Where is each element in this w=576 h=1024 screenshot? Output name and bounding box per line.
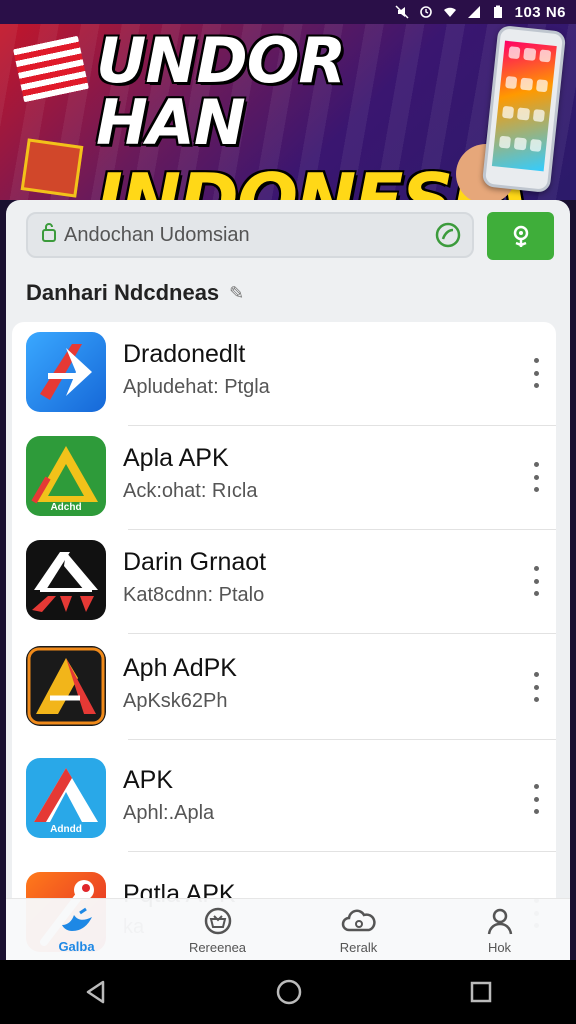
- orange-a-app-icon: [26, 646, 106, 726]
- app-subtitle: Ack:ohat: Rıcla: [123, 480, 258, 502]
- more-options-icon[interactable]: [530, 672, 542, 702]
- back-icon[interactable]: [83, 979, 109, 1005]
- main-panel: Danhari Ndcdneas ✎ Dradonedlt Apludehat:…: [6, 200, 570, 960]
- app-subtitle: Apludehat: Ptgla: [123, 376, 270, 398]
- wifi-icon: [443, 7, 456, 17]
- banner-title: UNDOR HAN INDONESIA: [96, 24, 532, 201]
- list-item[interactable]: Dradonedlt Apludehat: Ptgla: [12, 322, 556, 426]
- section-title: Danhari Ndcdneas ✎: [26, 280, 244, 306]
- tab-galba[interactable]: Galba: [6, 899, 147, 961]
- tab-label: Hok: [487, 939, 512, 955]
- more-options-icon[interactable]: [530, 358, 542, 388]
- signal-icon: [467, 6, 480, 18]
- phone-screen-graphic: [491, 40, 557, 172]
- system-nav-bar: [0, 960, 576, 1024]
- banner-title-line2: INDONESIA: [96, 158, 532, 200]
- battery-icon: [493, 5, 502, 18]
- cloud-icon: [341, 909, 376, 931]
- black-red-app-icon: [26, 540, 106, 620]
- promo-banner[interactable]: UNDOR HAN INDONESIA: [0, 24, 576, 200]
- gift-graphic: [20, 138, 84, 198]
- tab-label: Rereenea: [188, 939, 247, 955]
- app-list: Dradonedlt Apludehat: Ptgla Adchd Apla A…: [12, 322, 556, 960]
- recents-icon[interactable]: [469, 980, 493, 1004]
- edit-pencil-icon[interactable]: ✎: [229, 283, 244, 304]
- status-time: 103 N6: [514, 3, 566, 21]
- mute-icon: [395, 5, 409, 19]
- basket-icon: [204, 907, 231, 934]
- banner-title-line1: UNDOR HAN: [96, 24, 346, 159]
- green-triangle-app-icon: Adchd: [26, 436, 106, 516]
- blue-arrow-app-icon: [26, 332, 106, 412]
- app-icon-text: Adchd: [50, 502, 81, 513]
- tab-label: Reralk: [339, 939, 378, 955]
- section-title-text: Danhari Ndcdneas: [26, 280, 220, 305]
- alarm-icon: [419, 6, 432, 18]
- app-name: Apla APK: [123, 444, 229, 472]
- tab-reralk[interactable]: Reralk: [288, 899, 429, 961]
- status-bar: 103 N6: [0, 0, 576, 24]
- app-name: Aph AdPK: [123, 654, 237, 682]
- tab-hok[interactable]: Hok: [429, 899, 570, 961]
- app-name: Dradonedlt: [123, 340, 246, 368]
- list-item[interactable]: Darin Grnaot Kat8cdnn: Ptalo: [12, 530, 556, 634]
- tab-label: Galba: [58, 938, 95, 954]
- app-subtitle: ApKsk62Ph: [123, 690, 228, 712]
- search-bar[interactable]: [26, 212, 474, 258]
- app-subtitle: Kat8cdnn: Ptalo: [123, 584, 265, 606]
- app-icon-text: Adndd: [50, 824, 82, 835]
- lock-icon: [38, 222, 60, 248]
- app-name: Darin Grnaot: [123, 548, 267, 576]
- app-name: APK: [123, 766, 174, 794]
- search-input[interactable]: [60, 222, 434, 248]
- sprout-icon: [513, 225, 528, 247]
- list-item[interactable]: Adchd Apla APK Ack:ohat: Rıcla: [12, 426, 556, 530]
- app-subtitle: Aphl:.Apla: [123, 802, 215, 824]
- person-icon: [487, 908, 512, 934]
- home-icon[interactable]: [275, 978, 303, 1006]
- more-options-icon[interactable]: [530, 462, 542, 492]
- list-item[interactable]: Adndd APK Aphl:.Apla: [12, 748, 556, 852]
- more-options-icon[interactable]: [530, 566, 542, 596]
- sky-a-app-icon: Adndd: [26, 758, 106, 838]
- search-go-button[interactable]: [487, 212, 554, 260]
- list-item[interactable]: Aph AdPK ApKsk62Ph: [12, 636, 556, 740]
- more-options-icon[interactable]: [530, 784, 542, 814]
- tab-rereenea[interactable]: Rereenea: [147, 899, 288, 961]
- bird-icon: [61, 907, 92, 931]
- leaf-icon[interactable]: [434, 221, 462, 249]
- bottom-tab-bar: Galba Rereenea Reralk Hok: [6, 898, 570, 961]
